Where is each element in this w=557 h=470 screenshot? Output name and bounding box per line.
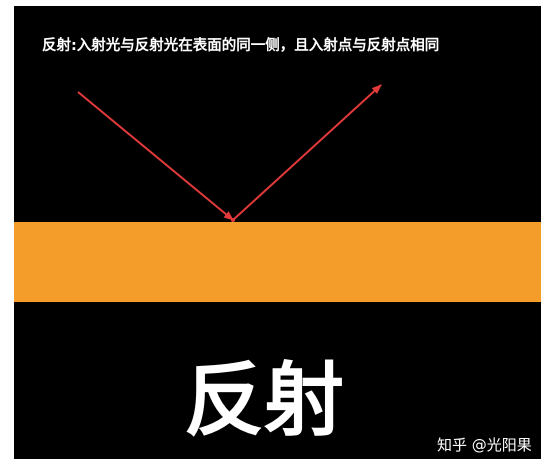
- incidence-point: [231, 218, 235, 222]
- incident-ray: [77, 91, 234, 221]
- diagram-canvas: 反射:入射光与反射光在表面的同一侧，且入射点与反射点相同 反射: [14, 6, 541, 459]
- diagram-title: 反射: [184, 354, 344, 447]
- watermark: 知乎 @光阳果: [437, 436, 532, 454]
- reflected-ray: [232, 84, 382, 221]
